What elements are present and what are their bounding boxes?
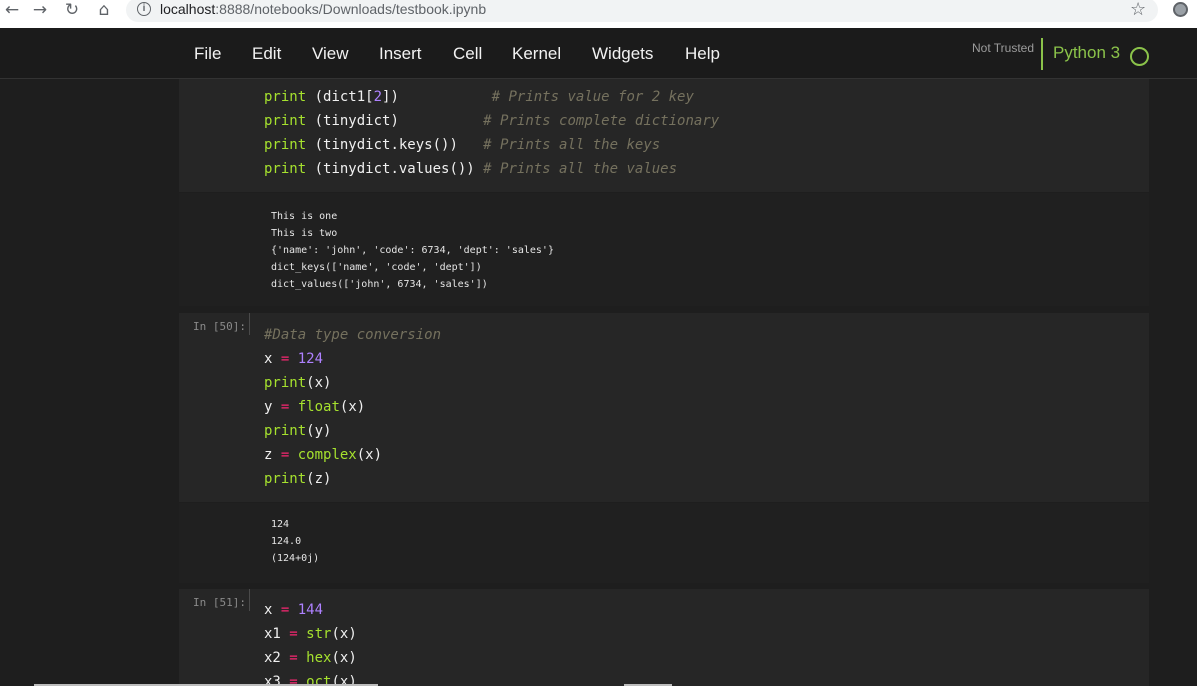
code-token: 2 <box>373 89 383 105</box>
prompt-divider <box>249 589 250 611</box>
code-token: y <box>264 399 281 415</box>
output-line: dict_keys(['name', 'code', 'dept']) <box>271 262 482 273</box>
home-icon[interactable]: ⌂ <box>92 0 116 20</box>
menu-edit[interactable]: Edit <box>252 44 281 64</box>
code-token: x <box>264 602 281 618</box>
code-line: print(y) <box>264 421 331 445</box>
code-token: (tinydict.keys()) <box>306 137 484 153</box>
code-token: 144 <box>297 602 324 618</box>
code-token: # Prints complete dictionary <box>483 113 720 129</box>
code-token: x <box>264 351 281 367</box>
reload-icon[interactable]: ↻ <box>60 0 84 20</box>
code-token: (dict1[ <box>306 89 374 105</box>
url-path: :8888/notebooks/Downloads/testbook.ipynb <box>215 1 487 17</box>
trust-indicator[interactable]: Not Trusted <box>972 41 1034 55</box>
code-token: # Prints value for 2 key <box>491 89 694 105</box>
code-token: print <box>264 423 307 439</box>
code-token: (x) <box>356 447 383 463</box>
output-line: dict_values(['john', 6734, 'sales']) <box>271 279 488 290</box>
code-token: print <box>264 113 307 129</box>
code-line: y = float(x) <box>264 397 365 421</box>
notebook-container: In [50]: In [51]: print (dict1[2]) # Pri… <box>0 79 1197 686</box>
code-token: print <box>264 137 307 153</box>
code-line: print(z) <box>264 469 331 493</box>
code-token: = <box>289 650 298 666</box>
code-token: (x) <box>331 650 357 666</box>
code-token: x2 <box>264 650 290 666</box>
code-token: print <box>264 89 307 105</box>
code-line: z = complex(x) <box>264 445 382 469</box>
browser-toolbar: ← → ↻ ⌂ i localhost:8888/notebooks/Downl… <box>0 0 1197 28</box>
code-line: print (dict1[2]) # Prints value for 2 ke… <box>264 87 694 111</box>
url-text[interactable]: localhost:8888/notebooks/Downloads/testb… <box>160 1 486 17</box>
kernel-status-icon <box>1130 47 1149 66</box>
output-line: This is one <box>271 211 338 222</box>
code-token: (z) <box>306 471 332 487</box>
input-prompt: In [50]: <box>193 320 246 333</box>
code-token: (x) <box>306 375 332 391</box>
code-token: x1 <box>264 626 290 642</box>
code-line: x2 = hex(x) <box>264 648 357 672</box>
code-line: x = 124 <box>264 349 323 373</box>
output-line: 124 <box>271 519 290 530</box>
code-token: # Prints all the values <box>483 161 678 177</box>
star-icon[interactable]: ☆ <box>1130 0 1146 20</box>
code-token: print <box>264 471 307 487</box>
code-token: ]) <box>382 89 492 105</box>
menu-view[interactable]: View <box>312 44 349 64</box>
output-area <box>179 503 1149 583</box>
code-token: #Data type conversion <box>264 327 442 343</box>
code-token: float <box>297 399 340 415</box>
profile-icon[interactable] <box>1173 2 1188 17</box>
code-token: z <box>264 447 281 463</box>
menu-cell[interactable]: Cell <box>453 44 482 64</box>
output-line: {'name': 'john', 'code': 6734, 'dept': '… <box>271 245 554 256</box>
code-token: str <box>306 626 332 642</box>
code-token: # Prints all the keys <box>483 137 661 153</box>
code-token: print <box>264 161 307 177</box>
info-icon[interactable]: i <box>137 2 151 16</box>
menu-file[interactable]: File <box>194 44 221 64</box>
back-icon[interactable]: ← <box>0 0 24 20</box>
code-line: print (tinydict.keys()) # Prints all the… <box>264 135 660 159</box>
menu-kernel[interactable]: Kernel <box>512 44 561 64</box>
code-token: = <box>289 626 298 642</box>
code-token: (x) <box>339 399 366 415</box>
code-token: (tinydict) <box>306 113 484 129</box>
kernel-name[interactable]: Python 3 <box>1053 43 1120 63</box>
code-line: print(x) <box>264 373 331 397</box>
code-line: #Data type conversion <box>264 325 441 349</box>
code-line: print (tinydict) # Prints complete dicti… <box>264 111 719 135</box>
notebook-menubar: File Edit View Insert Cell Kernel Widget… <box>0 28 1197 79</box>
kernel-divider <box>1041 38 1043 70</box>
code-token: (x) <box>331 626 357 642</box>
code-token: complex <box>297 447 357 463</box>
menu-help[interactable]: Help <box>685 44 720 64</box>
code-token: (tinydict.values()) <box>306 161 484 177</box>
output-line: This is two <box>271 228 338 239</box>
prompt-divider <box>249 313 250 335</box>
code-line: print (tinydict.values()) # Prints all t… <box>264 159 677 183</box>
output-line: 124.0 <box>271 536 302 547</box>
code-token: hex <box>306 650 332 666</box>
code-token: 124 <box>297 351 324 367</box>
output-line: (124+0j) <box>271 553 320 564</box>
url-host: localhost <box>160 1 216 17</box>
menu-widgets[interactable]: Widgets <box>592 44 653 64</box>
code-token: print <box>264 375 307 391</box>
code-line: x1 = str(x) <box>264 624 357 648</box>
menu-insert[interactable]: Insert <box>379 44 422 64</box>
code-line: x = 144 <box>264 600 323 624</box>
forward-icon[interactable]: → <box>28 0 52 20</box>
input-prompt: In [51]: <box>193 596 246 609</box>
code-token: (y) <box>306 423 332 439</box>
